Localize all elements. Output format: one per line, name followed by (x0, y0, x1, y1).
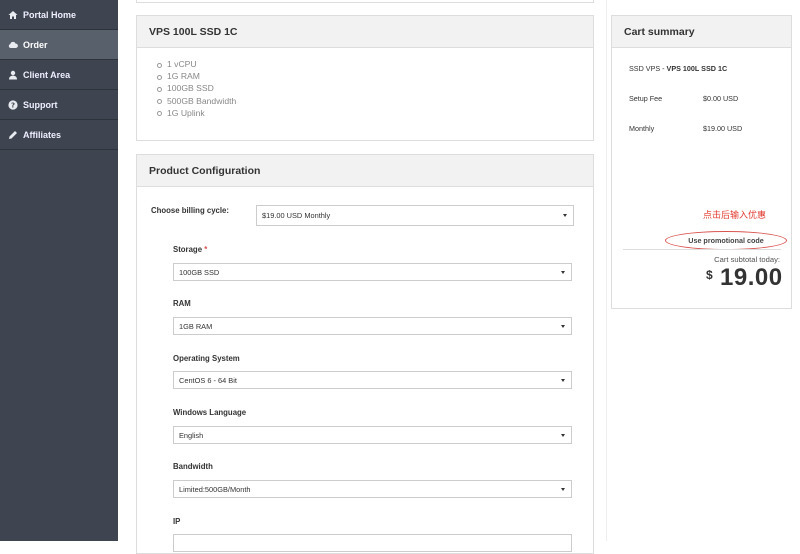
annotation-text: 点击后输入优惠 (703, 210, 767, 220)
cart-summary-title: Cart summary (612, 16, 791, 48)
configuration-title: Product Configuration (137, 155, 593, 187)
storage-select[interactable]: 100GB SSD (173, 263, 572, 281)
promotional-code-link[interactable]: Use promotional code (665, 231, 787, 250)
list-item: 1G RAM (157, 70, 593, 82)
setup-fee-label: Setup Fee (629, 94, 663, 103)
sidebar-item-portal-home[interactable]: Portal Home (0, 0, 118, 30)
windows-language-label: Windows Language (173, 408, 247, 417)
billing-cycle-value: $19.00 USD Monthly (262, 211, 331, 220)
monthly-label: Monthly (629, 124, 655, 133)
sidebar-item-affiliates[interactable]: Affiliates (0, 120, 118, 150)
sidebar-item-label: Support (23, 99, 58, 110)
chevron-down-icon (561, 379, 565, 382)
bandwidth-select[interactable]: Limited:500GB/Month (173, 480, 572, 498)
cart-total: 19.00 (720, 264, 783, 291)
sidebar: Portal Home Order Client Area ? Support … (0, 0, 118, 541)
chevron-down-icon (561, 271, 565, 274)
operating-system-value: CentOS 6 - 64 Bit (179, 375, 237, 385)
feature-list: 1 vCPU 1G RAM 100GB SSD 500GB Bandwidth … (137, 48, 593, 119)
list-item: 1 vCPU (157, 58, 593, 70)
chevron-down-icon (561, 434, 565, 437)
operating-system-select[interactable]: CentOS 6 - 64 Bit (173, 371, 572, 389)
home-icon (8, 10, 18, 20)
sidebar-item-order[interactable]: Order (0, 30, 118, 60)
sidebar-item-label: Order (23, 39, 48, 50)
chevron-down-icon (561, 488, 565, 491)
windows-language-value: English (179, 430, 204, 440)
billing-cycle-label: Choose billing cycle: (151, 206, 229, 215)
windows-language-select[interactable]: English (173, 426, 572, 444)
sidebar-item-client-area[interactable]: Client Area (0, 60, 118, 90)
billing-cycle-select[interactable]: $19.00 USD Monthly (256, 205, 574, 226)
previous-panel-edge (136, 0, 594, 3)
required-marker: * (204, 245, 208, 254)
storage-label: Storage * (173, 245, 207, 254)
svg-text:?: ? (11, 101, 15, 109)
cart-product-line: SSD VPS - VPS 100L SSD 1C (629, 64, 727, 73)
main-content: VPS 100L SSD 1C 1 vCPU 1G RAM 100GB SSD … (118, 0, 800, 554)
ram-value: 1GB RAM (179, 321, 213, 331)
ip-select[interactable] (173, 534, 572, 552)
chevron-down-icon (561, 325, 565, 328)
divider (623, 249, 781, 250)
list-item: 500GB Bandwidth (157, 95, 593, 107)
storage-value: 100GB SSD (179, 267, 220, 277)
chevron-down-icon (563, 214, 567, 217)
question-circle-icon: ? (8, 99, 18, 110)
ip-label: IP (173, 517, 181, 526)
monthly-value: $19.00 USD (703, 124, 743, 133)
sidebar-item-label: Portal Home (23, 9, 77, 20)
pencil-icon (8, 130, 18, 140)
setup-fee-value: $0.00 USD (703, 94, 739, 103)
cart-product-name: VPS 100L SSD 1C (666, 64, 728, 73)
bandwidth-label: Bandwidth (173, 462, 213, 471)
ram-label: RAM (173, 299, 191, 308)
sidebar-item-support[interactable]: ? Support (0, 90, 118, 120)
cart-subtotal-label: Cart subtotal today: (714, 255, 780, 264)
operating-system-label: Operating System (173, 354, 240, 363)
currency-symbol: $ (706, 268, 713, 282)
storage-label-text: Storage (173, 245, 203, 254)
sidebar-item-label: Client Area (23, 69, 71, 80)
list-item: 100GB SSD (157, 82, 593, 94)
ram-select[interactable]: 1GB RAM (173, 317, 572, 335)
sidebar-item-label: Affiliates (23, 129, 62, 140)
bandwidth-value: Limited:500GB/Month (179, 484, 251, 494)
user-icon (8, 70, 18, 80)
cloud-icon (8, 40, 18, 50)
product-title: VPS 100L SSD 1C (137, 16, 593, 48)
list-item: 1G Uplink (157, 107, 593, 119)
product-panel: VPS 100L SSD 1C 1 vCPU 1G RAM 100GB SSD … (136, 15, 594, 141)
cart-product-group: SSD VPS - (629, 64, 667, 73)
